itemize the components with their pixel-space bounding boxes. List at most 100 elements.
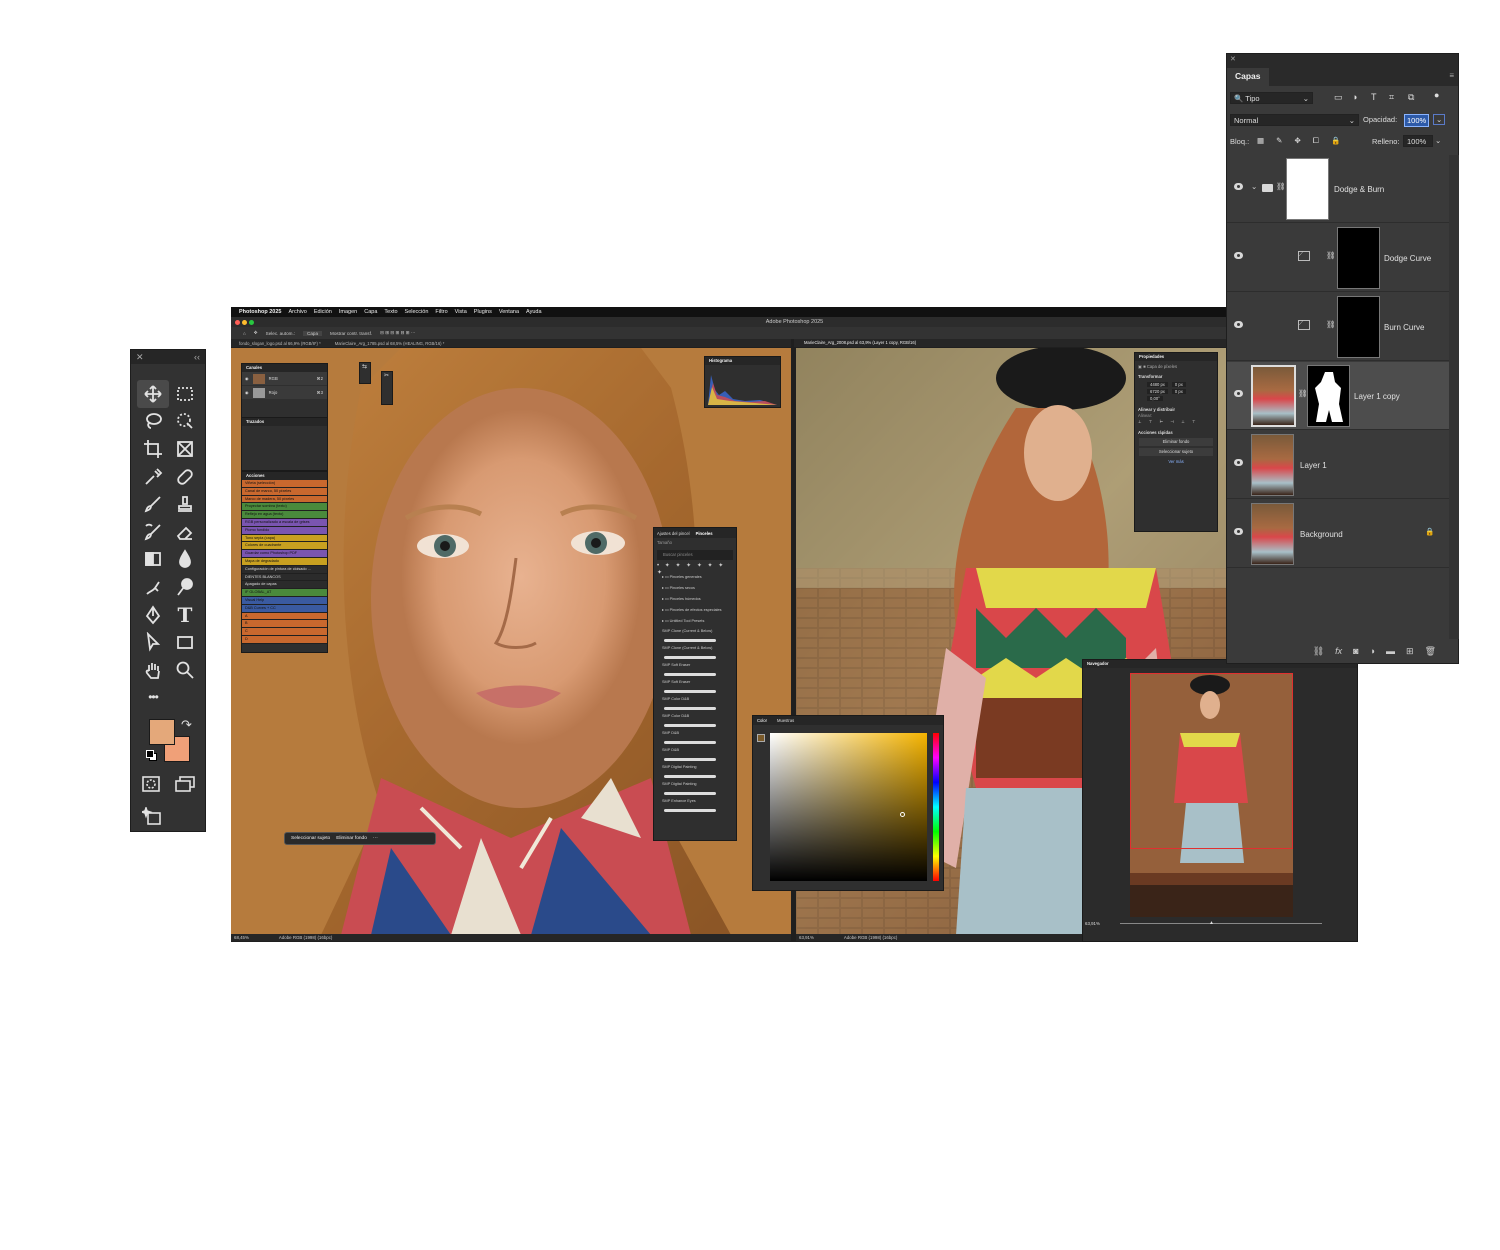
tab-brushes[interactable]: Pinceles: [696, 531, 713, 536]
screen-mode-icon[interactable]: [175, 776, 195, 797]
action-item[interactable]: D: [242, 635, 327, 644]
new-group-icon[interactable]: ▬: [1386, 646, 1395, 656]
brush-folder[interactable]: ▸ ▭ Pinceles de efectos especiales: [654, 607, 736, 618]
layer-thumbnail[interactable]: [1251, 503, 1294, 565]
brush-icon[interactable]: [137, 490, 169, 518]
visibility-eye-icon[interactable]: [1234, 183, 1243, 190]
type-icon[interactable]: T: [169, 601, 201, 629]
navigator-view-box[interactable]: [1130, 673, 1293, 849]
action-item[interactable]: Tono sepia (capa): [242, 534, 327, 543]
more-tools-icon[interactable]: •••: [137, 684, 169, 712]
action-item[interactable]: D&B Curves + CC: [242, 604, 327, 613]
filter-toggle-icon[interactable]: ●: [1434, 90, 1439, 100]
remove-background-button[interactable]: Eliminar fondo: [336, 836, 367, 841]
generative-ai-icon[interactable]: [139, 805, 162, 830]
tab-swatches[interactable]: Muestras: [777, 718, 794, 723]
brush-folder[interactable]: ▸ ▭ Pinceles secos: [654, 585, 736, 596]
rectangle-icon[interactable]: [169, 628, 201, 656]
lasso-icon[interactable]: [137, 408, 169, 436]
hand-icon[interactable]: [137, 656, 169, 684]
brush-preset[interactable]: SMP Clone (Current & Below): [654, 629, 736, 646]
opacity-input[interactable]: 100%: [1404, 114, 1430, 127]
action-item[interactable]: Mapa de degradado: [242, 557, 327, 566]
fill-dropdown-icon[interactable]: ⌄: [1435, 136, 1441, 145]
align-icons[interactable]: ⊟ ⊞ ⊟ ⊞ ⊟ ⊞ ⋯: [380, 330, 415, 336]
lock-icons[interactable]: ▦ ✎ ✥ ⧠ 🔒: [1257, 136, 1345, 146]
blend-mode-select[interactable]: Normal ⌄: [1230, 114, 1359, 126]
select-subject-button[interactable]: Seleccionar sujeto: [291, 836, 330, 841]
dodge-icon[interactable]: [169, 573, 201, 601]
fill-input[interactable]: 100%: [1403, 135, 1433, 147]
width-field[interactable]: 4480 px: [1147, 382, 1168, 387]
spot-healing-icon[interactable]: [169, 463, 201, 491]
brush-search-input[interactable]: Buscar pinceles: [657, 550, 733, 560]
action-item[interactable]: A: [242, 612, 327, 621]
select-subject-button[interactable]: Seleccionar sujeto: [1139, 448, 1213, 456]
new-adjustment-icon[interactable]: ◑: [1370, 646, 1375, 656]
menu-item[interactable]: Archivo: [288, 309, 306, 315]
brush-preset[interactable]: SMP Color D&B: [654, 714, 736, 731]
home-icon[interactable]: ⌂: [243, 331, 246, 336]
filter-adjustment-icon[interactable]: ◑: [1352, 92, 1357, 102]
layers-scrollbar[interactable]: [1449, 155, 1459, 639]
layer-mask-thumbnail[interactable]: [1307, 365, 1350, 427]
visibility-eye-icon[interactable]: [1234, 321, 1243, 328]
auto-select-checkbox[interactable]: Selec. autom.:: [266, 331, 295, 336]
gradient-icon[interactable]: [137, 546, 169, 574]
panel-icon[interactable]: ⇆: [360, 364, 367, 370]
action-item[interactable]: Configuración de pintura de cloisado ...: [242, 565, 327, 574]
add-mask-icon[interactable]: ◙: [1353, 646, 1358, 656]
menu-item[interactable]: Texto: [384, 309, 397, 315]
mask-thumbnail[interactable]: [1337, 227, 1380, 289]
link-layers-icon[interactable]: ⛓: [1313, 646, 1324, 657]
group-expand-chevron-icon[interactable]: ⌄: [1251, 182, 1257, 191]
action-item[interactable]: Visual Help: [242, 596, 327, 605]
task-bar-more-icon[interactable]: ⋯: [373, 836, 378, 841]
visibility-eye-icon[interactable]: [1234, 459, 1243, 466]
foreground-color-swatch[interactable]: [149, 719, 175, 745]
y-field[interactable]: 0 px: [1171, 389, 1186, 394]
swap-colors-icon[interactable]: ↷: [181, 717, 192, 733]
brush-preset[interactable]: SMP Color D&B: [654, 697, 736, 714]
pen-icon[interactable]: [137, 601, 169, 629]
smudge-icon[interactable]: [137, 573, 169, 601]
brush-preset[interactable]: SMP Soft Eraser: [654, 680, 736, 697]
close-icon[interactable]: ✕: [1227, 56, 1236, 63]
height-field[interactable]: 6720 px: [1147, 389, 1168, 394]
brush-preset[interactable]: SMP Enhance Eyes: [654, 799, 736, 816]
menu-item[interactable]: Ventana: [499, 309, 519, 315]
recent-brushes-row[interactable]: • ✦ ✦ ✦ ✦ ✦ ✦ ✦: [657, 562, 733, 576]
collapse-icon[interactable]: ‹‹: [194, 352, 200, 362]
brush-preset[interactable]: SMP Soft Eraser: [654, 663, 736, 680]
layer-row-burn-curve[interactable]: ⟋ ⛓ Burn Curve: [1227, 293, 1449, 361]
action-item[interactable]: Viñeta (selección): [242, 480, 327, 488]
rectangular-marquee-icon[interactable]: [169, 380, 201, 408]
eye-icon[interactable]: ◉: [245, 376, 249, 381]
action-item[interactable]: DIENTES BLANCOS: [242, 573, 327, 582]
menu-item[interactable]: Plugins: [474, 309, 492, 315]
group-mask-thumbnail[interactable]: [1286, 158, 1329, 220]
action-item[interactable]: B: [242, 620, 327, 629]
action-item[interactable]: Plomo fundido: [242, 526, 327, 535]
navigator-zoom-value[interactable]: 63,91%: [1085, 921, 1100, 926]
tab-layers[interactable]: Capas: [1227, 68, 1269, 86]
clone-stamp-icon[interactable]: [169, 490, 201, 518]
frame-icon[interactable]: [169, 435, 201, 463]
remove-background-button[interactable]: Eliminar fondo: [1139, 438, 1213, 446]
action-item[interactable]: IF GLOBAL_AT: [242, 589, 327, 597]
path-selection-icon[interactable]: [137, 628, 169, 656]
layer-row-layer-1-copy[interactable]: ⛓ Layer 1 copy: [1227, 362, 1449, 430]
brush-folder[interactable]: ▸ ▭ Pinceles generales: [654, 574, 736, 585]
x-field[interactable]: 0 px: [1171, 382, 1186, 387]
action-item[interactable]: C: [242, 628, 327, 636]
action-item[interactable]: Apagado de capas: [242, 581, 327, 590]
layer-filter-select[interactable]: 🔍 Tipo ⌄: [1230, 92, 1313, 104]
default-colors-icon[interactable]: [146, 750, 158, 762]
eye-icon[interactable]: ◉: [245, 390, 249, 395]
menu-item[interactable]: Ayuda: [526, 309, 542, 315]
angle-field[interactable]: 0,00°: [1147, 396, 1163, 401]
menu-item[interactable]: Capa: [364, 309, 377, 315]
layer-thumbnail[interactable]: [1251, 365, 1296, 427]
eyedropper-icon[interactable]: [137, 463, 169, 491]
filter-pixel-icon[interactable]: ▭: [1334, 92, 1343, 103]
